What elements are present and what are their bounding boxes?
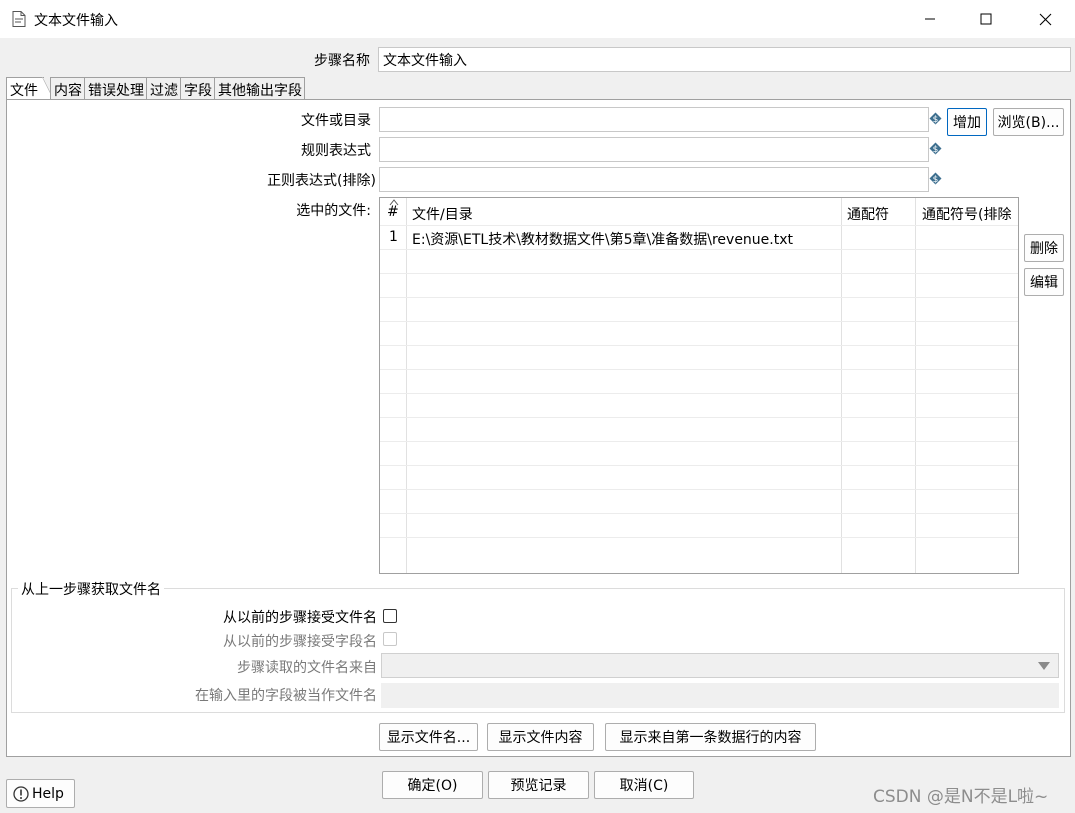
- title-bar: 文本文件输入: [0, 0, 1075, 38]
- chevron-down-icon: [1038, 662, 1050, 670]
- show-first-row-content-button[interactable]: 显示来自第一条数据行的内容: [605, 723, 816, 751]
- previous-step-group-title: 从上一步骤获取文件名: [18, 579, 164, 599]
- regex-input[interactable]: [379, 137, 929, 162]
- show-filenames-button[interactable]: 显示文件名...: [379, 723, 478, 751]
- maximize-button[interactable]: [958, 4, 1014, 34]
- grid-header-wildcard-exclude[interactable]: 通配符号(排除: [922, 204, 1018, 224]
- help-label: Help: [32, 785, 64, 802]
- step-source-select: [381, 653, 1059, 678]
- variable-icon[interactable]: $: [929, 112, 942, 125]
- field-as-filename-input: [381, 683, 1059, 708]
- grid-col-path: [407, 198, 842, 573]
- svg-text:$: $: [933, 115, 939, 125]
- window-title: 文本文件输入: [34, 13, 118, 29]
- table-row-path[interactable]: E:\资源\ETL技术\教材数据文件\第5章\准备数据\revenue.txt: [412, 229, 840, 249]
- help-icon: [13, 785, 29, 802]
- add-button[interactable]: 增加: [947, 108, 987, 136]
- close-button[interactable]: [1017, 4, 1073, 34]
- browse-button[interactable]: 浏览(B)...: [993, 108, 1064, 136]
- cancel-button[interactable]: 取消(C): [594, 771, 694, 799]
- variable-icon[interactable]: $: [929, 172, 942, 185]
- file-or-dir-input[interactable]: [379, 107, 929, 132]
- preview-button[interactable]: 预览记录: [488, 771, 589, 799]
- table-row-num: 1: [389, 229, 398, 245]
- step-source-label: 步骤读取的文件名来自: [237, 660, 377, 676]
- grid-col-wildcard: [842, 198, 916, 573]
- grid-header-wildcard[interactable]: 通配符: [847, 204, 889, 224]
- regex-label: 规则表达式: [301, 143, 371, 159]
- edit-button[interactable]: 编辑: [1024, 268, 1064, 296]
- tab-content[interactable]: 内容: [50, 77, 85, 99]
- regex-exclude-input[interactable]: [379, 167, 929, 192]
- selected-files-table[interactable]: # 文件/目录 通配符 通配符号(排除 1 E:\资源\ETL技术\教材数据文件…: [379, 197, 1019, 574]
- ok-button[interactable]: 确定(O): [382, 771, 483, 799]
- accept-fieldnames-label: 从以前的步骤接受字段名: [223, 634, 377, 650]
- svg-text:$: $: [933, 145, 939, 155]
- tab-error-handling[interactable]: 错误处理: [84, 77, 147, 99]
- accept-filenames-label: 从以前的步骤接受文件名: [223, 610, 377, 626]
- document-icon: [12, 11, 26, 27]
- selected-files-label: 选中的文件:: [296, 203, 371, 219]
- tab-file[interactable]: 文件: [6, 77, 44, 99]
- tab-additional-output-fields[interactable]: 其他输出字段: [214, 77, 305, 99]
- grid-header-num[interactable]: #: [387, 204, 399, 220]
- help-button[interactable]: Help: [6, 779, 75, 808]
- grid-col-num: [380, 198, 407, 573]
- file-or-dir-label: 文件或目录: [301, 113, 371, 129]
- maximize-icon: [980, 13, 992, 25]
- watermark: CSDN @是N不是L啦~: [873, 787, 1049, 807]
- variable-icon[interactable]: $: [929, 142, 942, 155]
- show-file-content-button[interactable]: 显示文件内容: [487, 723, 594, 751]
- accept-fieldnames-checkbox: [383, 632, 397, 646]
- tab-fields[interactable]: 字段: [180, 77, 215, 99]
- step-name-label: 步骤名称: [314, 53, 370, 69]
- tab-bar: 文件 内容 错误处理 过滤 字段 其他输出字段: [6, 77, 305, 99]
- svg-text:$: $: [933, 175, 939, 185]
- tab-filter[interactable]: 过滤: [146, 77, 181, 99]
- field-as-filename-label: 在输入里的字段被当作文件名: [195, 688, 377, 704]
- delete-button[interactable]: 删除: [1024, 234, 1064, 262]
- grid-header-path[interactable]: 文件/目录: [412, 204, 473, 224]
- close-icon: [1039, 13, 1051, 25]
- accept-filenames-checkbox[interactable]: [383, 609, 397, 623]
- minimize-button[interactable]: [902, 4, 958, 34]
- regex-exclude-label: 正则表达式(排除): [267, 173, 376, 189]
- minimize-icon: [925, 18, 935, 20]
- step-name-input[interactable]: 文本文件输入: [378, 47, 1071, 72]
